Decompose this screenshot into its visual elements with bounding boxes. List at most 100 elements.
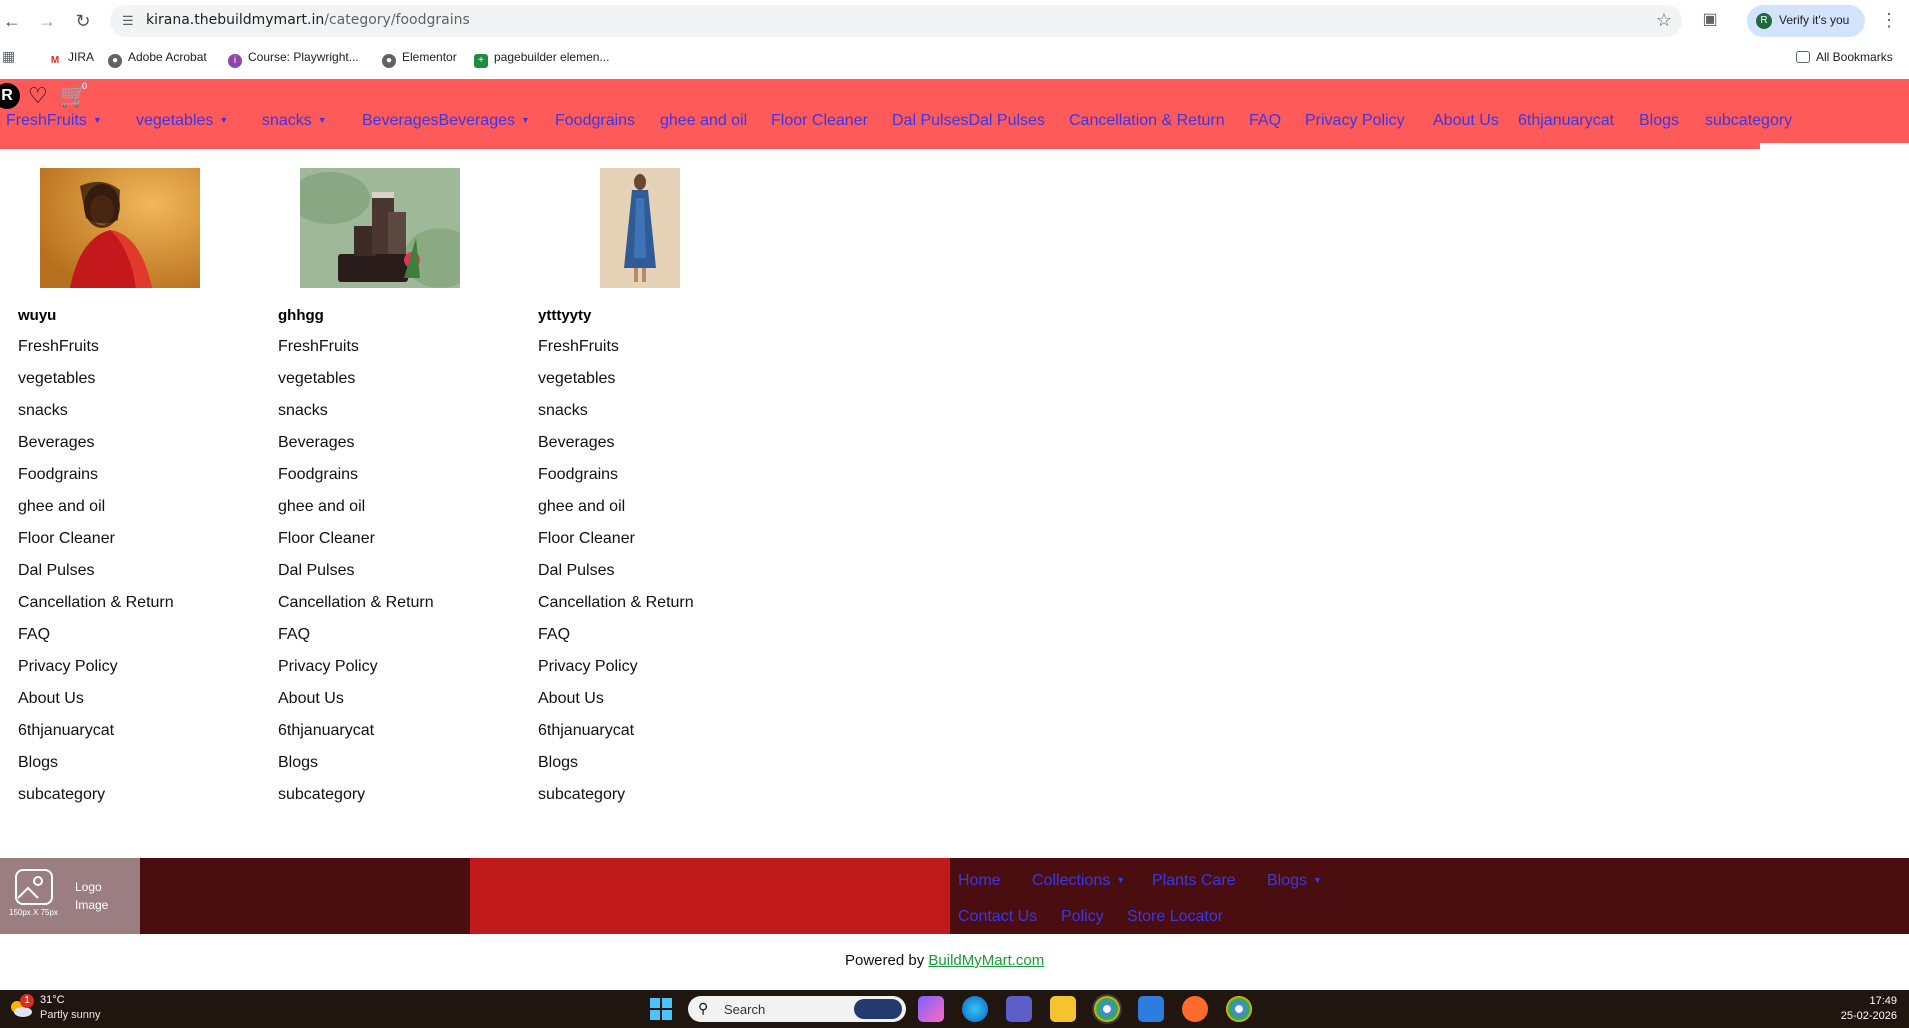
column-title[interactable]: ghhgg (278, 307, 324, 324)
column-link[interactable]: subcategory (278, 786, 365, 804)
chrome-icon[interactable] (1226, 996, 1252, 1022)
notepad-icon[interactable] (1138, 996, 1164, 1022)
column-link[interactable]: Floor Cleaner (538, 530, 635, 548)
column-link[interactable]: FreshFruits (278, 338, 359, 356)
column-link[interactable]: ghee and oil (538, 498, 625, 516)
bookmark-pagebuilder[interactable]: + pagebuilder elemen... (474, 50, 609, 68)
column-link[interactable]: Dal Pulses (18, 562, 94, 580)
site-settings-icon[interactable]: ☰ (122, 13, 138, 29)
system-clock[interactable]: 17:49 25-02-2026 (1841, 994, 1897, 1024)
column-link[interactable]: Dal Pulses (538, 562, 614, 580)
back-arrow-icon[interactable]: ← (1, 10, 23, 32)
edge-icon[interactable] (962, 996, 988, 1022)
column-link[interactable]: Beverages (538, 434, 615, 452)
column-link[interactable]: snacks (538, 402, 588, 420)
bookmark-course-playwright[interactable]: i Course: Playwright... (228, 50, 359, 68)
column-image[interactable] (300, 168, 460, 288)
footer-logo-placeholder[interactable]: 150px X 75px Logo Image (0, 858, 140, 934)
footer-link[interactable]: Collections ▼ (1032, 872, 1125, 890)
nav-item[interactable]: 6thjanuarycat (1518, 112, 1614, 130)
bookmark-star-icon[interactable]: ☆ (1656, 10, 1672, 31)
nav-item[interactable]: Blogs (1639, 112, 1679, 130)
nav-item[interactable]: FAQ (1249, 112, 1281, 130)
chrome-profile-icon[interactable] (1092, 994, 1122, 1024)
extensions-icon[interactable]: ▣ (1700, 10, 1720, 30)
taskbar-search[interactable]: ⚲ Search (688, 996, 906, 1022)
footer-link[interactable]: Blogs ▼ (1267, 872, 1322, 890)
column-link[interactable]: ghee and oil (278, 498, 365, 516)
column-link[interactable]: Privacy Policy (278, 658, 378, 676)
footer-link[interactable]: Plants Care (1152, 872, 1236, 890)
footer-link[interactable]: Contact Us (958, 908, 1037, 926)
address-bar[interactable]: ☰ kirana.thebuildmymart.in/category/food… (110, 5, 1682, 37)
all-bookmarks[interactable]: All Bookmarks (1796, 50, 1893, 64)
apps-grid-icon[interactable]: ▦ (2, 48, 15, 65)
reload-icon[interactable]: ↻ (72, 10, 94, 32)
postman-icon[interactable] (1182, 996, 1208, 1022)
column-link[interactable]: vegetables (18, 370, 95, 388)
column-link[interactable]: subcategory (18, 786, 105, 804)
column-link[interactable]: snacks (278, 402, 328, 420)
column-link[interactable]: About Us (278, 690, 344, 708)
column-link[interactable]: Foodgrains (278, 466, 358, 484)
column-link[interactable]: 6thjanuarycat (18, 722, 114, 740)
nav-item[interactable]: subcategory (1705, 112, 1792, 130)
nav-item[interactable]: Floor Cleaner (771, 112, 868, 130)
column-link[interactable]: Cancellation & Return (278, 594, 434, 612)
forward-arrow-icon[interactable]: → (36, 10, 58, 32)
nav-item[interactable]: Cancellation & Return (1069, 112, 1225, 130)
nav-item[interactable]: FreshFruits ▼ (6, 112, 102, 130)
column-link[interactable]: FAQ (18, 626, 50, 644)
column-link[interactable]: About Us (18, 690, 84, 708)
column-title[interactable]: wuyu (18, 307, 56, 324)
bookmark-adobe-acrobat[interactable]: ● Adobe Acrobat (108, 50, 207, 68)
column-link[interactable]: Cancellation & Return (538, 594, 694, 612)
copilot-icon[interactable] (918, 996, 944, 1022)
nav-item[interactable]: snacks ▼ (262, 112, 327, 130)
column-link[interactable]: subcategory (538, 786, 625, 804)
nav-item[interactable]: Dal PulsesDal Pulses (892, 112, 1045, 130)
column-link[interactable]: FAQ (278, 626, 310, 644)
column-link[interactable]: Beverages (18, 434, 95, 452)
column-link[interactable]: snacks (18, 402, 68, 420)
column-link[interactable]: Foodgrains (538, 466, 618, 484)
column-link[interactable]: Blogs (278, 754, 318, 772)
column-link[interactable]: Beverages (278, 434, 355, 452)
footer-link[interactable]: Home (958, 872, 1001, 890)
nav-item[interactable]: BeveragesBeverages ▼ (362, 112, 530, 130)
file-explorer-icon[interactable] (1050, 996, 1076, 1022)
column-link[interactable]: Privacy Policy (538, 658, 638, 676)
column-link[interactable]: Blogs (18, 754, 58, 772)
column-image[interactable] (600, 168, 680, 288)
footer-link[interactable]: Store Locator (1127, 908, 1223, 926)
column-link[interactable]: Cancellation & Return (18, 594, 174, 612)
windows-start-icon[interactable] (648, 996, 674, 1022)
column-link[interactable]: FreshFruits (538, 338, 619, 356)
nav-item[interactable]: Foodgrains (555, 112, 635, 130)
column-link[interactable]: Dal Pulses (278, 562, 354, 580)
bookmark-elementor[interactable]: ● Elementor (382, 50, 457, 68)
column-link[interactable]: FreshFruits (18, 338, 99, 356)
powered-by-link[interactable]: BuildMyMart.com (928, 952, 1044, 969)
column-link[interactable]: 6thjanuarycat (278, 722, 374, 740)
nav-item[interactable]: About Us (1433, 112, 1499, 130)
column-link[interactable]: ghee and oil (18, 498, 105, 516)
column-title[interactable]: ytttyyty (538, 307, 591, 324)
column-link[interactable]: FAQ (538, 626, 570, 644)
nav-item[interactable]: vegetables ▼ (136, 112, 228, 130)
nav-item[interactable]: Privacy Policy (1305, 112, 1405, 130)
weather-temperature[interactable]: 31°C (40, 994, 65, 1006)
wishlist-heart-icon[interactable]: ♡ (28, 83, 48, 109)
footer-link[interactable]: Policy (1061, 908, 1104, 926)
nav-item[interactable]: ghee and oil (660, 112, 747, 130)
column-link[interactable]: Privacy Policy (18, 658, 118, 676)
user-avatar[interactable]: R (0, 83, 20, 109)
verify-profile-button[interactable]: R Verify it's you (1747, 5, 1865, 37)
column-link[interactable]: Blogs (538, 754, 578, 772)
weather-description[interactable]: Partly sunny (40, 1009, 101, 1021)
bookmark-jira[interactable]: M JIRA (48, 50, 94, 68)
column-link[interactable]: Floor Cleaner (18, 530, 115, 548)
column-link[interactable]: vegetables (538, 370, 615, 388)
url-text[interactable]: kirana.thebuildmymart.in/category/foodgr… (146, 12, 470, 28)
column-link[interactable]: vegetables (278, 370, 355, 388)
